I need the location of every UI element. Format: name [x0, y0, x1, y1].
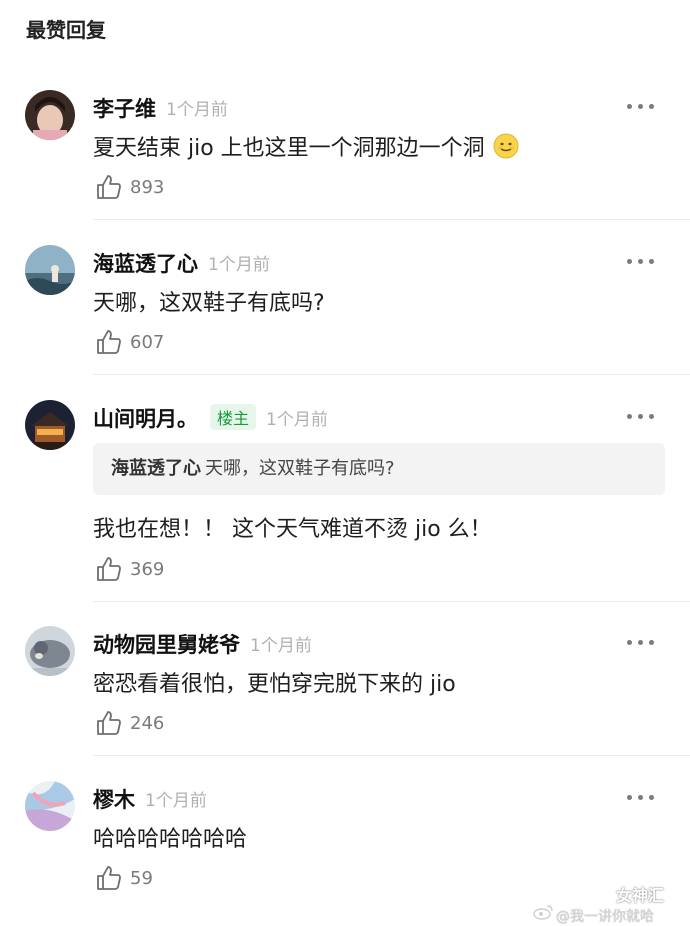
comment-time: 1个月前 — [208, 255, 270, 275]
more-dots-icon[interactable] — [627, 414, 655, 422]
comment-text: 哈哈哈哈哈哈哈 — [93, 827, 248, 852]
thumbs-up-icon — [97, 866, 121, 890]
more-dots-icon[interactable] — [627, 104, 655, 112]
author-name[interactable]: 李子维 — [93, 97, 156, 121]
comment-author[interactable]: 樛木 1个月前 — [93, 784, 207, 814]
comment-time: 1个月前 — [250, 636, 312, 656]
comment-body: 夏天结束 jio 上也这里一个洞那边一个洞 — [93, 136, 485, 161]
divider — [93, 219, 690, 220]
watermark-handle: @我一讲你就哈 — [556, 909, 654, 925]
thumbs-up-icon — [97, 557, 121, 581]
watermark-brand: 女神汇 — [616, 886, 665, 905]
comment-time: 1个月前 — [266, 410, 328, 430]
comment-author[interactable]: 海蓝透了心 1个月前 — [93, 248, 270, 278]
section-title: 最赞回复 — [26, 18, 106, 42]
like-count: 893 — [130, 177, 165, 198]
thumbs-up-icon — [97, 330, 121, 354]
comment-text: 我也在想！！ 这个天气难道不烫 jio 么！ — [93, 517, 492, 542]
comment-time: 1个月前 — [145, 791, 207, 811]
avatar[interactable] — [25, 626, 75, 676]
divider — [93, 601, 690, 602]
divider — [93, 374, 690, 375]
wechat-icon — [585, 881, 611, 901]
owner-badge: 楼主 — [210, 404, 257, 430]
quoted-text: 天哪，这双鞋子有底吗? — [205, 458, 395, 479]
comment-text: 夏天结束 jio 上也这里一个洞那边一个洞 — [93, 130, 519, 162]
more-dots-icon[interactable] — [627, 795, 655, 803]
quoted-reply[interactable]: 海蓝透了心 天哪，这双鞋子有底吗? — [93, 443, 665, 495]
like-count: 59 — [130, 868, 153, 889]
comment-author[interactable]: 山间明月。 楼主 1个月前 — [93, 403, 328, 433]
comment-text: 密恐看着很怕，更怕穿完脱下来的 jio — [93, 672, 456, 697]
author-name[interactable]: 樛木 — [93, 788, 135, 812]
thumbs-up-icon — [97, 175, 121, 199]
comment-author[interactable]: 李子维 1个月前 — [93, 93, 228, 123]
author-name[interactable]: 山间明月。 — [93, 407, 198, 431]
comment-text: 天哪，这双鞋子有底吗? — [93, 291, 325, 316]
avatar[interactable] — [25, 400, 75, 450]
comment-author[interactable]: 动物园里舅姥爷 1个月前 — [93, 629, 312, 659]
like-count: 246 — [130, 713, 165, 734]
more-dots-icon[interactable] — [627, 259, 655, 267]
like-count: 607 — [130, 332, 165, 353]
like-count: 369 — [130, 559, 165, 580]
author-name[interactable]: 动物园里舅姥爷 — [93, 633, 240, 657]
quoted-author[interactable]: 海蓝透了心 — [111, 458, 201, 479]
more-dots-icon[interactable] — [627, 640, 655, 648]
author-name[interactable]: 海蓝透了心 — [93, 252, 198, 276]
avatar[interactable] — [25, 90, 75, 140]
comment-time: 1个月前 — [166, 100, 228, 120]
avatar[interactable] — [25, 781, 75, 831]
watermark: 女神汇 @我一讲你就哈 — [533, 868, 686, 925]
smiley-face-emoji — [493, 133, 519, 159]
divider — [93, 755, 690, 756]
avatar[interactable] — [25, 245, 75, 295]
thumbs-up-icon — [97, 711, 121, 735]
weibo-icon — [533, 905, 553, 920]
